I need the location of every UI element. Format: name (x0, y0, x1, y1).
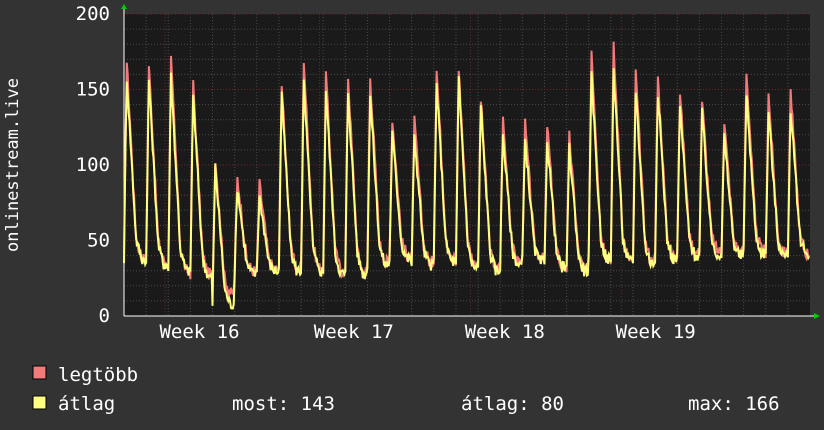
y-tick-label: 150 (76, 79, 110, 101)
chart-root: 0 50 100 150 200 Week 16 Week 17 Week 18 Week 19… (0, 0, 824, 430)
line-chart: 0 50 100 150 200 Week 16 Week 17 Week 18 Week 19… (0, 0, 824, 430)
y-tick-label: 200 (76, 3, 110, 25)
y-axis-label: onlinestream.live (3, 78, 23, 252)
stat-average: átlag: 80 (461, 393, 564, 415)
legend-label-avg: átlag (58, 393, 115, 415)
x-tick-label: Week 16 (159, 321, 239, 343)
stat-most: most: 143 (232, 393, 335, 415)
y-tick-label: 0 (99, 305, 110, 327)
x-tick-label: Week 18 (465, 321, 545, 343)
legend-label-max: legtöbb (58, 364, 138, 386)
x-tick-label: Week 17 (314, 321, 394, 343)
legend-swatch-avg (32, 395, 47, 410)
y-tick-label: 50 (87, 230, 110, 252)
stat-max: max: 166 (688, 393, 780, 415)
y-tick-label: 100 (76, 154, 110, 176)
x-tick-label: Week 19 (616, 321, 696, 343)
legend-swatch-max (32, 365, 47, 380)
